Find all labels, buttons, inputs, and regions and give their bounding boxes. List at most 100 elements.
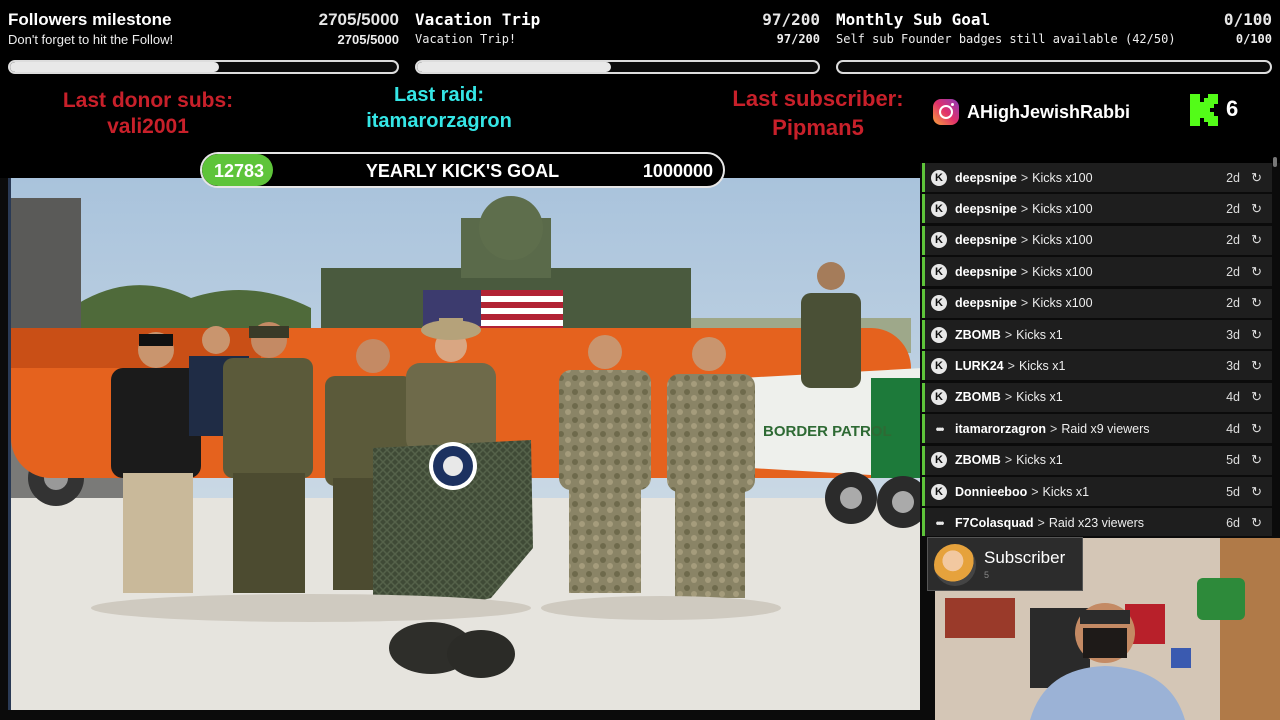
followers-goal-count: 2705/5000 — [318, 10, 399, 29]
last-subscriber-widget: Last subscriber: Pipman5 — [706, 84, 930, 142]
feed-item-time: 2d — [1226, 296, 1240, 311]
last-raid-name: itamarorzagron — [366, 110, 512, 132]
vacation-goal-progress-bar — [415, 60, 820, 74]
followers-goal-subcount: 2705/5000 — [337, 32, 399, 47]
last-donor-name: vali2001 — [107, 115, 189, 138]
raid-icon: ••• — [935, 515, 945, 530]
feed-item-time: 5d — [1226, 484, 1240, 499]
press-conference-scene: BORDER PATROL — [11, 178, 920, 710]
chevron-right-icon: > — [1004, 390, 1013, 405]
replay-icon[interactable]: ↻ — [1251, 170, 1262, 186]
monthly-sub-goal-count: 0/100 — [1223, 10, 1272, 29]
replay-icon[interactable]: ↻ — [1251, 484, 1262, 500]
feed-item-action: Kicks x100 — [1032, 233, 1093, 248]
chevron-right-icon: > — [1037, 515, 1045, 530]
followers-goal-subtitle: Don't forget to hit the Follow! — [8, 32, 174, 47]
chevron-right-icon: > — [1004, 327, 1013, 342]
instagram-icon — [933, 99, 959, 125]
feed-item-time: 2d — [1226, 233, 1240, 248]
yearly-kicks-goal: YEARLY KICK'S GOAL 12783 1000000 — [200, 152, 725, 188]
activity-feed[interactable]: Kdeepsnipe > Kicks x100 2d ↻ Kdeepsnipe > Kicks… — [920, 163, 1280, 536]
monthly-sub-goal: Monthly Sub Goal 0/100 Self sub Founder … — [836, 6, 1272, 78]
feed-item[interactable]: ••• itamarorzagron > Raid x9 viewers 4d ↻ — [922, 414, 1272, 444]
feed-item-user: deepsnipe — [955, 264, 1017, 279]
main-video-player[interactable]: BORDER PATROL — [8, 178, 920, 710]
feed-item-action: Kicks x1 — [1016, 327, 1063, 342]
feed-item-user: ZBOMB — [955, 453, 1001, 468]
replay-icon[interactable]: ↻ — [1251, 201, 1262, 217]
feed-item-user: deepsnipe — [955, 201, 1017, 216]
feed-item-user: deepsnipe — [955, 296, 1017, 311]
feed-item-user: ZBOMB — [955, 327, 1001, 342]
feed-item-user: ZBOMB — [955, 390, 1001, 405]
replay-icon[interactable]: ↻ — [1251, 295, 1262, 311]
last-donor-label: Last donor subs: — [62, 89, 234, 112]
kick-icon: K — [931, 232, 947, 249]
feed-item-action: Kicks x1 — [1018, 358, 1066, 373]
instagram-handle: AHighJewishRabbi — [933, 98, 1130, 126]
chevron-right-icon: > — [1020, 233, 1029, 248]
feed-item-time: 2d — [1226, 201, 1240, 216]
feed-scrollbar[interactable] — [1273, 157, 1277, 167]
goal-bars: Followers milestone 2705/5000 Don't forg… — [0, 0, 1280, 82]
feed-item-user: LURK24 — [955, 358, 1004, 373]
feed-item[interactable]: Kdeepsnipe > Kicks x100 2d ↻ — [922, 257, 1272, 287]
feed-item-user: deepsnipe — [955, 170, 1017, 185]
feed-item[interactable]: K LURK24 > Kicks x1 3d ↻ — [922, 351, 1272, 381]
feed-item[interactable]: K ZBOMB > Kicks x1 3d ↻ — [922, 320, 1272, 349]
chevron-right-icon: > — [1007, 358, 1015, 373]
replay-icon[interactable]: ↻ — [1251, 327, 1262, 343]
kick-icon: K — [931, 295, 947, 312]
replay-icon[interactable]: ↻ — [1251, 421, 1262, 437]
instagram-name: AHighJewishRabbi — [967, 101, 1131, 122]
feed-item-user: deepsnipe — [955, 233, 1017, 248]
followers-goal-progress-bar — [8, 60, 399, 74]
feed-item-action: Kicks x100 — [1032, 264, 1093, 279]
yearly-goal-current: 12783 — [214, 161, 265, 181]
replay-icon[interactable]: ↻ — [1251, 358, 1262, 374]
followers-goal-title: Followers milestone — [8, 10, 172, 29]
feed-item-time: 2d — [1226, 170, 1240, 185]
replay-icon[interactable]: ↻ — [1251, 264, 1262, 280]
feed-item-user: Donnieeboo — [955, 484, 1028, 499]
feed-item[interactable]: K Donnieeboo > Kicks x1 5d ↻ — [922, 477, 1272, 506]
replay-icon[interactable]: ↻ — [1251, 452, 1262, 468]
followers-goal: Followers milestone 2705/5000 Don't forg… — [8, 6, 399, 78]
kick-icon: K — [931, 169, 947, 186]
chevron-right-icon: > — [1004, 453, 1013, 468]
last-subscriber-name: Pipman5 — [772, 115, 864, 140]
feed-item-action: Kicks x100 — [1032, 170, 1093, 185]
monthly-sub-goal-subtitle: Self sub Founder badges still available … — [836, 32, 1176, 46]
subscriber-card: Subscriber 5 — [927, 537, 1083, 591]
feed-item-action: Raid x23 viewers — [1048, 515, 1144, 530]
subscriber-card-number: 5 — [984, 570, 990, 580]
replay-icon[interactable]: ↻ — [1251, 232, 1262, 248]
chevron-right-icon: > — [1050, 421, 1058, 436]
feed-item[interactable]: Kdeepsnipe > Kicks x100 2d ↻ — [922, 225, 1272, 255]
feed-item-time: 5d — [1226, 453, 1240, 468]
last-raid-label: Last raid: — [393, 84, 485, 106]
feed-item-action: Kicks x100 — [1032, 296, 1093, 311]
feed-item[interactable]: K ZBOMB > Kicks x1 5d ↻ — [922, 445, 1272, 475]
feed-item[interactable]: Kdeepsnipe > Kicks x100 2d ↻ — [922, 194, 1272, 224]
feed-item[interactable]: ••• F7Colasquad > Raid x23 viewers 6d ↻ — [922, 508, 1272, 536]
monthly-sub-goal-subcount: 0/100 — [1235, 32, 1272, 46]
chevron-right-icon: > — [1031, 484, 1039, 499]
vacation-goal: Vacation Trip 97/200 Vacation Trip! 97/2… — [415, 6, 820, 78]
raid-icon: ••• — [935, 421, 945, 436]
vacation-goal-subtitle: Vacation Trip! — [415, 32, 517, 46]
last-raid-widget: Last raid: itamarorzagron — [344, 82, 534, 134]
chevron-right-icon: > — [1020, 296, 1029, 311]
replay-icon[interactable]: ↻ — [1251, 389, 1262, 405]
feed-item[interactable]: K ZBOMB > Kicks x1 4d ↻ — [922, 382, 1272, 412]
replay-icon[interactable]: ↻ — [1251, 515, 1262, 531]
feed-item[interactable]: Kdeepsnipe > Kicks x100 2d ↻ — [922, 288, 1272, 318]
subscriber-avatar — [934, 544, 976, 586]
feed-item-action: Kicks x1 — [1016, 453, 1063, 468]
feed-item-action: Raid x9 viewers — [1061, 421, 1150, 436]
feed-item[interactable]: Kdeepsnipe > Kicks x100 2d ↻ — [922, 163, 1272, 192]
chevron-right-icon: > — [1020, 170, 1029, 185]
yearly-goal-target: 1000000 — [642, 161, 713, 181]
kick-icon: K — [931, 452, 947, 469]
feed-item-time: 6d — [1226, 515, 1240, 530]
